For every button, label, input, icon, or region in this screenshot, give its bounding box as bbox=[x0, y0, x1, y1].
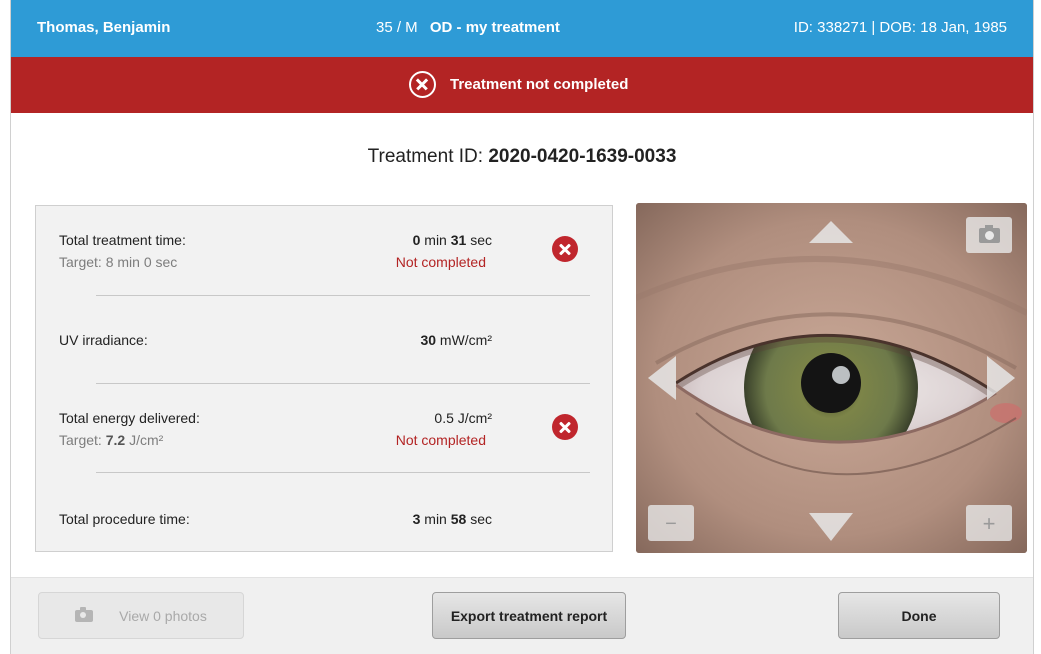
target-prefix: Target: bbox=[59, 432, 102, 448]
treatment-info: 35 / M OD - my treatment bbox=[376, 19, 560, 36]
done-label: Done bbox=[901, 607, 937, 624]
view-photos-button[interactable]: View 0 photos bbox=[38, 592, 244, 639]
divider bbox=[96, 383, 590, 384]
value-uv: 30 bbox=[420, 332, 437, 348]
unit-seconds: sec bbox=[470, 511, 492, 527]
stat-label: UV irradiance: bbox=[59, 332, 148, 348]
stat-label: Total energy delivered: bbox=[59, 410, 200, 426]
pan-right-icon[interactable] bbox=[987, 356, 1015, 400]
stat-value: 0.5 J/cm² bbox=[434, 410, 492, 426]
eye-camera-view: − + bbox=[636, 203, 1027, 553]
export-report-label: Export treatment report bbox=[450, 607, 608, 624]
unit-minutes: min bbox=[424, 232, 447, 248]
treatment-name: OD - my treatment bbox=[429, 19, 560, 36]
divider bbox=[96, 295, 590, 296]
patient-id-dob: ID: 338271 | DOB: 18 Jan, 1985 bbox=[793, 19, 1007, 36]
value-minutes: 0 bbox=[412, 232, 421, 248]
unit-uv: mW/cm² bbox=[439, 332, 492, 348]
stat-value: 30 mW/cm² bbox=[420, 332, 492, 348]
treatment-id-label: Treatment ID: bbox=[367, 146, 484, 167]
stat-value: 3 min 58 sec bbox=[413, 511, 492, 527]
stat-label: Total procedure time: bbox=[59, 511, 190, 527]
value-energy: 0.5 bbox=[434, 410, 454, 426]
treatment-status-banner: Treatment not completed bbox=[11, 57, 1033, 113]
treatment-stats-panel: Total treatment time: Target: 8 min 0 se… bbox=[35, 205, 613, 552]
camera-controls-overlay: − + bbox=[648, 217, 1015, 541]
export-report-button[interactable]: Export treatment report bbox=[432, 592, 626, 639]
patient-header: Thomas, Benjamin 35 / M OD - my treatmen… bbox=[11, 0, 1033, 57]
stat-label: Total treatment time: bbox=[59, 232, 186, 248]
value-minutes: 3 bbox=[412, 511, 421, 527]
zoom-in-label: + bbox=[983, 511, 996, 536]
zoom-in-button[interactable]: + bbox=[966, 505, 1012, 541]
target-unit: J/cm² bbox=[129, 432, 164, 448]
zoom-out-label: − bbox=[665, 513, 677, 535]
pan-left-icon[interactable] bbox=[648, 356, 676, 400]
done-button[interactable]: Done bbox=[838, 592, 1000, 639]
stat-value: 0 min 31 sec bbox=[413, 232, 492, 248]
target-value: 7.2 bbox=[105, 432, 126, 448]
divider bbox=[96, 472, 590, 473]
zoom-out-button[interactable]: − bbox=[648, 505, 694, 541]
camera-snapshot-icon[interactable] bbox=[966, 217, 1012, 253]
value-seconds: 58 bbox=[450, 511, 467, 527]
treatment-id: Treatment ID: 2020-0420-1639-0033 bbox=[11, 146, 1033, 168]
banner-message: Treatment not completed bbox=[450, 76, 629, 93]
view-photos-label: View 0 photos bbox=[119, 607, 207, 624]
patient-name: Thomas, Benjamin bbox=[37, 19, 171, 36]
patient-age-sex: 35 / M bbox=[376, 19, 418, 36]
error-icon bbox=[552, 236, 578, 262]
stat-target: Target: 7.2 J/cm² bbox=[59, 432, 163, 448]
banner-content: Treatment not completed bbox=[409, 71, 628, 98]
stat-target: Target: 8 min 0 sec bbox=[59, 254, 178, 270]
unit-minutes: min bbox=[424, 511, 447, 527]
treatment-id-value: 2020-0420-1639-0033 bbox=[488, 146, 677, 167]
treatment-summary-screen: Thomas, Benjamin 35 / M OD - my treatmen… bbox=[10, 0, 1034, 654]
footer-bar: View 0 photos Export treatment report Do… bbox=[11, 577, 1033, 654]
pan-up-icon[interactable] bbox=[809, 221, 853, 243]
stat-status: Not completed bbox=[395, 254, 486, 270]
unit-energy: J/cm² bbox=[457, 410, 492, 426]
pan-down-icon[interactable] bbox=[809, 513, 853, 541]
x-circle-icon bbox=[409, 71, 436, 98]
error-icon bbox=[552, 414, 578, 440]
value-seconds: 31 bbox=[450, 232, 467, 248]
unit-seconds: sec bbox=[470, 232, 492, 248]
camera-icon bbox=[75, 606, 94, 622]
stat-status: Not completed bbox=[395, 432, 486, 448]
